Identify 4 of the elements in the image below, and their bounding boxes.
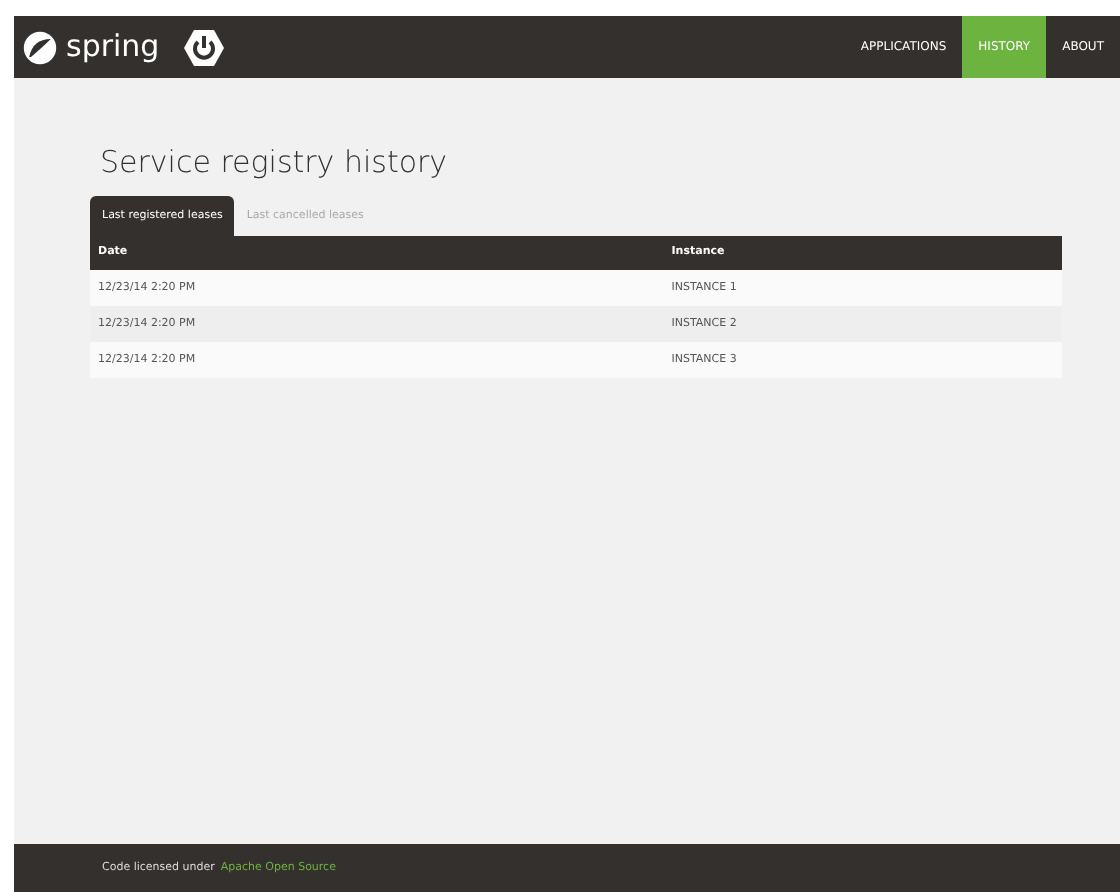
page-title: Service registry history (100, 142, 450, 184)
brand-name: spring (66, 32, 160, 62)
power-icon (183, 27, 224, 67)
leaf-logo-icon (22, 29, 58, 65)
